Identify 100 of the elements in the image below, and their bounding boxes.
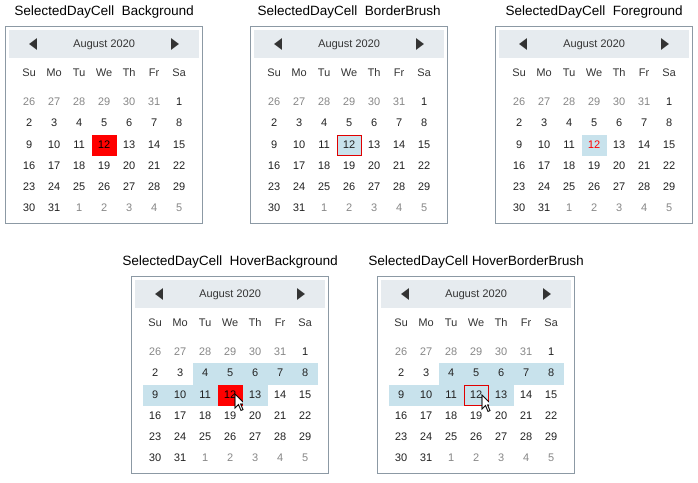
day-cell[interactable]: 19 <box>218 406 242 428</box>
day-cell[interactable]: 26 <box>388 342 414 364</box>
day-cell[interactable]: 6 <box>242 363 268 385</box>
day-cell[interactable]: 6 <box>116 113 142 135</box>
day-cell[interactable]: 10 <box>168 384 192 406</box>
day-cell[interactable]: 19 <box>336 156 362 178</box>
day-cell[interactable]: 26 <box>16 92 42 114</box>
day-cell[interactable]: 28 <box>142 177 166 198</box>
day-cell[interactable]: 28 <box>556 92 582 114</box>
day-cell[interactable]: 11 <box>312 134 336 156</box>
day-cell[interactable]: 23 <box>388 427 414 448</box>
day-cell[interactable]: 5 <box>538 448 564 470</box>
day-cell[interactable]: 1 <box>292 342 318 364</box>
day-cell[interactable]: 6 <box>362 113 386 135</box>
day-cell[interactable]: 27 <box>488 427 514 448</box>
day-cell[interactable]: 29 <box>292 427 318 448</box>
day-cell[interactable]: 29 <box>656 177 682 198</box>
day-cell[interactable]: 4 <box>142 198 166 220</box>
day-cell[interactable]: 2 <box>16 113 42 135</box>
month-title[interactable]: August 2020 <box>563 38 625 50</box>
day-cell[interactable]: 30 <box>362 92 386 114</box>
day-cell[interactable]: 1 <box>438 448 464 470</box>
day-cell[interactable]: 6 <box>606 113 632 135</box>
day-cell[interactable]: 4 <box>514 448 538 470</box>
day-cell[interactable]: 3 <box>414 363 438 385</box>
day-cell[interactable]: 1 <box>192 448 218 470</box>
day-cell[interactable]: 4 <box>312 113 336 135</box>
day-cell[interactable]: 18 <box>438 406 464 428</box>
day-cell[interactable]: 19 <box>464 406 488 428</box>
day-cell[interactable]: 17 <box>532 156 556 178</box>
day-cell[interactable]: 11 <box>66 134 92 156</box>
day-cell[interactable]: 29 <box>218 342 242 364</box>
day-cell[interactable]: 10 <box>414 384 438 406</box>
day-cell[interactable]: 7 <box>142 113 166 135</box>
previous-month-icon[interactable] <box>401 288 409 300</box>
day-cell[interactable]: 2 <box>388 363 414 385</box>
day-cell[interactable]: 15 <box>292 384 318 406</box>
day-cell[interactable]: 30 <box>242 342 268 364</box>
previous-month-icon[interactable] <box>29 38 37 50</box>
day-cell[interactable]: 22 <box>412 156 436 178</box>
day-cell[interactable]: 4 <box>556 113 582 135</box>
day-cell[interactable]: 5 <box>166 198 192 220</box>
day-cell[interactable]: 31 <box>386 92 412 114</box>
next-month-icon[interactable] <box>416 38 424 50</box>
day-cell[interactable]: 30 <box>506 198 532 220</box>
day-cell[interactable]: 9 <box>16 134 42 156</box>
day-cell[interactable]: 4 <box>268 448 292 470</box>
day-cell[interactable]: 2 <box>92 198 116 220</box>
day-cell[interactable]: 23 <box>16 177 42 198</box>
day-cell[interactable]: 10 <box>42 134 66 156</box>
day-cell[interactable]: 5 <box>218 363 242 385</box>
day-cell[interactable]: 2 <box>582 198 606 220</box>
day-cell[interactable]: 2 <box>464 448 488 470</box>
day-cell[interactable]: 15 <box>412 134 436 156</box>
day-cell[interactable]: 21 <box>514 406 538 428</box>
day-cell[interactable]: 25 <box>312 177 336 198</box>
day-cell[interactable]: 25 <box>66 177 92 198</box>
day-cell[interactable]: 9 <box>142 384 168 406</box>
day-cell[interactable]: 28 <box>514 427 538 448</box>
day-cell[interactable]: 3 <box>362 198 386 220</box>
day-cell[interactable]: 13 <box>242 384 268 406</box>
day-cell[interactable]: 14 <box>514 384 538 406</box>
day-cell[interactable]: 21 <box>632 156 656 178</box>
day-cell[interactable]: 7 <box>386 113 412 135</box>
day-cell[interactable]: 19 <box>582 156 606 178</box>
day-cell[interactable]: 16 <box>506 156 532 178</box>
day-cell[interactable]: 7 <box>632 113 656 135</box>
day-cell[interactable]: 8 <box>166 113 192 135</box>
day-cell[interactable]: 27 <box>286 92 312 114</box>
day-cell[interactable]: 23 <box>506 177 532 198</box>
day-cell[interactable]: 28 <box>312 92 336 114</box>
day-cell[interactable]: 29 <box>412 177 436 198</box>
day-cell[interactable]: 11 <box>192 384 218 406</box>
day-cell[interactable]: 8 <box>412 113 436 135</box>
day-cell[interactable]: 29 <box>92 92 116 114</box>
day-cell[interactable]: 31 <box>514 342 538 364</box>
day-cell[interactable]: 24 <box>414 427 438 448</box>
day-cell[interactable]: 26 <box>582 177 606 198</box>
day-cell[interactable]: 22 <box>538 406 564 428</box>
day-cell[interactable]: 5 <box>582 113 606 135</box>
day-cell[interactable]: 22 <box>166 156 192 178</box>
day-cell[interactable]: 29 <box>538 427 564 448</box>
day-cell[interactable]: 27 <box>606 177 632 198</box>
day-cell[interactable]: 5 <box>464 363 488 385</box>
day-cell[interactable]: 22 <box>656 156 682 178</box>
next-month-icon[interactable] <box>661 38 669 50</box>
day-cell[interactable]: 26 <box>464 427 488 448</box>
day-cell[interactable]: 29 <box>166 177 192 198</box>
day-cell[interactable]: 1 <box>412 92 436 114</box>
day-cell[interactable]: 3 <box>42 113 66 135</box>
day-cell[interactable]: 13 <box>488 384 514 406</box>
day-cell[interactable]: 2 <box>142 363 168 385</box>
day-cell[interactable]: 21 <box>386 156 412 178</box>
day-cell[interactable]: 1 <box>538 342 564 364</box>
day-cell[interactable]: 31 <box>532 198 556 220</box>
day-cell[interactable]: 17 <box>42 156 66 178</box>
month-title[interactable]: August 2020 <box>73 38 135 50</box>
day-cell[interactable]: 14 <box>268 384 292 406</box>
day-cell[interactable]: 27 <box>414 342 438 364</box>
day-cell[interactable]: 17 <box>168 406 192 428</box>
